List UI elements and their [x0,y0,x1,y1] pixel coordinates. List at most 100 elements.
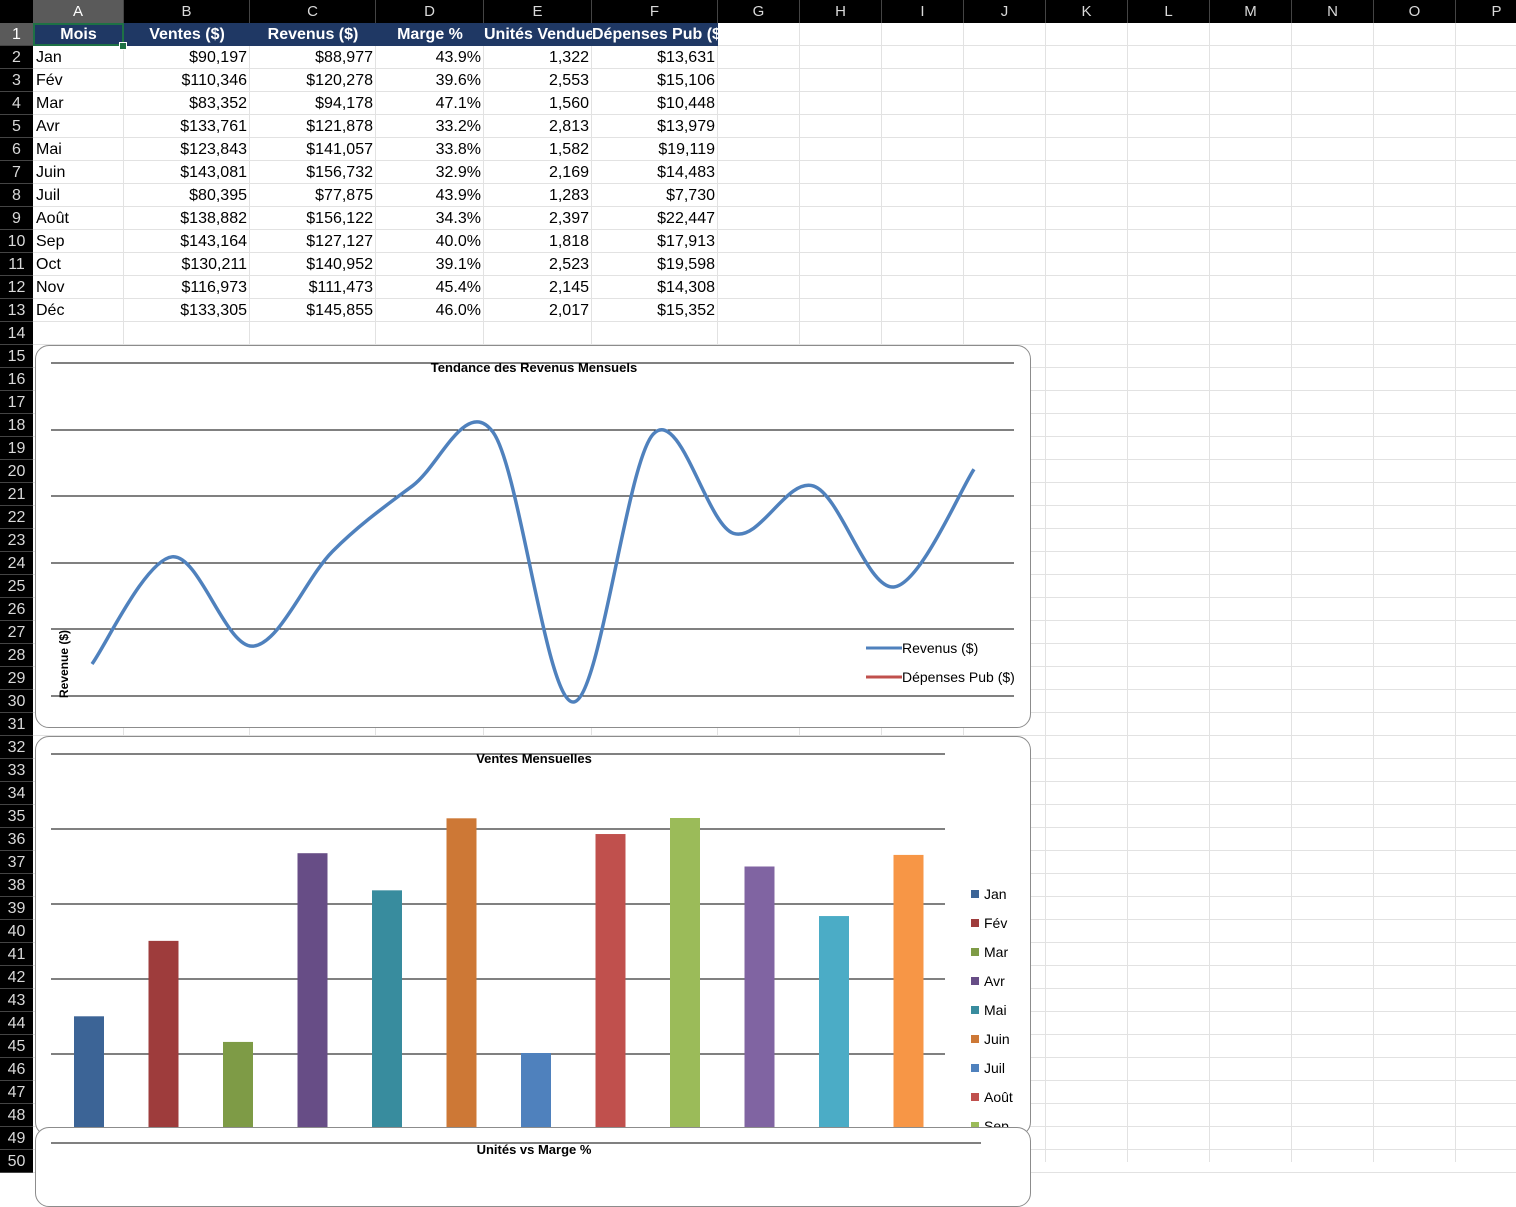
table-cell[interactable]: 2,169 [484,161,592,184]
row-header-15[interactable]: 15 [0,345,33,368]
row-header-46[interactable]: 46 [0,1058,33,1081]
table-cell[interactable]: 39.1% [376,253,484,276]
column-header-c[interactable]: C [250,0,376,23]
table-cell[interactable]: $7,730 [592,184,718,207]
table-cell[interactable]: $130,211 [124,253,250,276]
row-header-34[interactable]: 34 [0,782,33,805]
table-cell[interactable]: $15,352 [592,299,718,322]
table-cell[interactable]: Août [33,207,124,230]
row-header-35[interactable]: 35 [0,805,33,828]
header-cell[interactable]: Ventes ($) [124,23,250,46]
column-header-h[interactable]: H [800,0,882,23]
column-header-l[interactable]: L [1128,0,1210,23]
row-header-33[interactable]: 33 [0,759,33,782]
table-cell[interactable]: $140,952 [250,253,376,276]
row-header-29[interactable]: 29 [0,667,33,690]
row-header-11[interactable]: 11 [0,253,33,276]
table-cell[interactable]: Nov [33,276,124,299]
row-header-5[interactable]: 5 [0,115,33,138]
row-header-1[interactable]: 1 [0,23,33,46]
row-header-24[interactable]: 24 [0,552,33,575]
row-header-39[interactable]: 39 [0,897,33,920]
row-header-3[interactable]: 3 [0,69,33,92]
table-cell[interactable]: 47.1% [376,92,484,115]
row-header-40[interactable]: 40 [0,920,33,943]
column-header-o[interactable]: O [1374,0,1456,23]
table-cell[interactable]: $120,278 [250,69,376,92]
column-header-k[interactable]: K [1046,0,1128,23]
header-cell[interactable]: Unités Vendues [484,23,592,46]
table-cell[interactable]: $10,448 [592,92,718,115]
table-cell[interactable]: $133,761 [124,115,250,138]
row-header-32[interactable]: 32 [0,736,33,759]
table-cell[interactable]: 2,145 [484,276,592,299]
table-cell[interactable]: 46.0% [376,299,484,322]
row-header-43[interactable]: 43 [0,989,33,1012]
table-cell[interactable]: Juil [33,184,124,207]
column-header-g[interactable]: G [718,0,800,23]
table-cell[interactable]: $143,164 [124,230,250,253]
table-cell[interactable]: 33.2% [376,115,484,138]
row-header-37[interactable]: 37 [0,851,33,874]
row-header-48[interactable]: 48 [0,1104,33,1127]
table-cell[interactable]: $156,122 [250,207,376,230]
table-cell[interactable]: 34.3% [376,207,484,230]
table-cell[interactable]: $83,352 [124,92,250,115]
table-cell[interactable]: $110,346 [124,69,250,92]
revenue-trend-chart[interactable]: Tendance des Revenus Mensuels Revenue ($… [35,345,1031,728]
row-header-16[interactable]: 16 [0,368,33,391]
table-cell[interactable]: $22,447 [592,207,718,230]
table-cell[interactable]: $13,631 [592,46,718,69]
table-cell[interactable]: $13,979 [592,115,718,138]
row-header-18[interactable]: 18 [0,414,33,437]
row-header-47[interactable]: 47 [0,1081,33,1104]
header-cell[interactable]: Revenus ($) [250,23,376,46]
table-cell[interactable]: $138,882 [124,207,250,230]
table-cell[interactable]: Déc [33,299,124,322]
table-cell[interactable]: $14,483 [592,161,718,184]
table-cell[interactable]: 43.9% [376,46,484,69]
row-header-12[interactable]: 12 [0,276,33,299]
table-cell[interactable]: 1,560 [484,92,592,115]
monthly-sales-chart[interactable]: Ventes Mensuelles Jan Fév Mar Avr Mai Juin Jui… [35,736,1031,1136]
row-header-22[interactable]: 22 [0,506,33,529]
column-header-n[interactable]: N [1292,0,1374,23]
table-cell[interactable]: $111,473 [250,276,376,299]
table-cell[interactable]: 2,397 [484,207,592,230]
table-cell[interactable]: 1,322 [484,46,592,69]
row-header-42[interactable]: 42 [0,966,33,989]
table-cell[interactable]: 39.6% [376,69,484,92]
table-cell[interactable]: $123,843 [124,138,250,161]
table-cell[interactable]: Juin [33,161,124,184]
table-cell[interactable]: 40.0% [376,230,484,253]
table-cell[interactable]: 2,553 [484,69,592,92]
table-cell[interactable]: 2,523 [484,253,592,276]
table-cell[interactable]: $133,305 [124,299,250,322]
row-header-41[interactable]: 41 [0,943,33,966]
table-cell[interactable]: 43.9% [376,184,484,207]
row-header-6[interactable]: 6 [0,138,33,161]
table-cell[interactable]: Oct [33,253,124,276]
table-cell[interactable]: Sep [33,230,124,253]
row-header-45[interactable]: 45 [0,1035,33,1058]
table-cell[interactable]: 33.8% [376,138,484,161]
table-cell[interactable]: $15,106 [592,69,718,92]
row-header-13[interactable]: 13 [0,299,33,322]
table-cell[interactable]: $145,855 [250,299,376,322]
row-header-9[interactable]: 9 [0,207,33,230]
table-cell[interactable]: $94,178 [250,92,376,115]
header-cell[interactable]: Marge % [376,23,484,46]
column-header-j[interactable]: J [964,0,1046,23]
column-header-i[interactable]: I [882,0,964,23]
table-cell[interactable]: $19,598 [592,253,718,276]
table-cell[interactable]: $116,973 [124,276,250,299]
row-header-30[interactable]: 30 [0,690,33,713]
table-cell[interactable]: 1,283 [484,184,592,207]
column-header-a[interactable]: A [33,0,124,23]
table-cell[interactable]: $80,395 [124,184,250,207]
row-header-38[interactable]: 38 [0,874,33,897]
column-header-b[interactable]: B [124,0,250,23]
row-header-23[interactable]: 23 [0,529,33,552]
table-cell[interactable]: $14,308 [592,276,718,299]
row-header-7[interactable]: 7 [0,161,33,184]
